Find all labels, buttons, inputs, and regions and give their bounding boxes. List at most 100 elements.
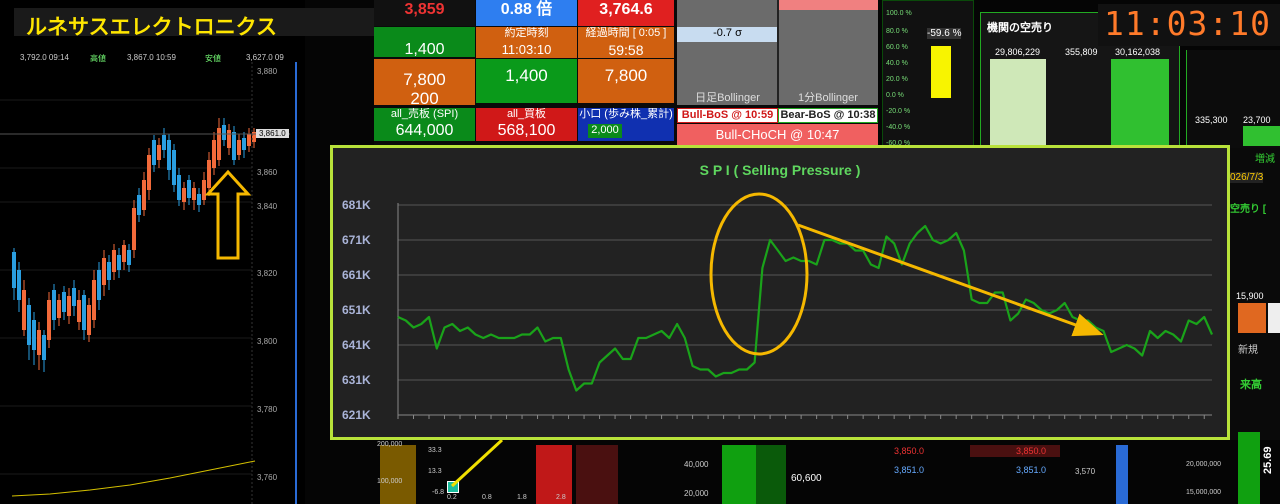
candle-body xyxy=(77,300,81,322)
short-bar-left xyxy=(990,59,1046,149)
candle-body xyxy=(117,255,121,270)
trade-time-label: 約定時刻 xyxy=(476,27,577,41)
price-axis-2: 3,840 xyxy=(257,202,278,211)
price-axis-6: 3,760 xyxy=(257,473,278,482)
candle-body xyxy=(147,155,151,190)
trading-dashboard: ルネサスエレクトロニクス 3,792.0 09:14 高値 3,867.0 10… xyxy=(0,0,1280,504)
candle-body xyxy=(157,145,161,160)
bottom-edge-value: 25.69 xyxy=(1262,446,1274,474)
candle-body xyxy=(67,296,71,316)
candle-body xyxy=(152,140,156,165)
gauge-value: -59.6 % xyxy=(927,28,962,39)
spi-axis xyxy=(397,203,1212,416)
vol-right-cell: 7,800 xyxy=(578,59,674,103)
moving-average-line xyxy=(11,460,256,497)
gauge-tick-0: 100.0 % xyxy=(886,10,912,17)
bull-bos-label: Bull-BoS @ 10:59 xyxy=(677,108,778,123)
candle-body xyxy=(62,292,66,312)
spi-y-tick-label: 651K xyxy=(342,303,371,317)
trade-time-value: 11:03:10 xyxy=(476,40,577,58)
candle-body xyxy=(167,140,171,170)
price-axis-4: 3,800 xyxy=(257,337,278,346)
spi-y-tick-label: 681K xyxy=(342,198,371,212)
ratio-cell: 0.88 倍 xyxy=(476,0,577,26)
bottom-axis2-1: 20,000 xyxy=(684,489,709,498)
candle-body xyxy=(192,188,196,200)
candle-body xyxy=(122,245,126,262)
candle-body xyxy=(107,262,111,280)
small-lot-label: 小口 (歩み株_累計) xyxy=(578,108,674,122)
right-label-dekidaka: 来高 xyxy=(1240,379,1262,391)
short-sell-v1: 355,809 xyxy=(1065,47,1098,57)
spi-y-tick-label: 661K xyxy=(342,268,371,282)
gauge-tick-5: 0.0 % xyxy=(886,92,904,99)
ask-qty-cell: 1,400 xyxy=(404,41,445,58)
short-sell-title: 機関の空売り xyxy=(987,22,1053,34)
bottom-bar-dark-red xyxy=(576,445,618,504)
elapsed-label: 経過時間 [ 0:05 ] xyxy=(578,27,674,41)
candle-body xyxy=(57,300,61,318)
bottom-axis2-0: 40,000 xyxy=(684,460,709,469)
price-axis-0: 3,880 xyxy=(257,67,278,76)
bear-bos-label: Bear-BoS @ 10:38 xyxy=(778,108,878,123)
price-axis-3: 3,820 xyxy=(257,269,278,278)
candle-body xyxy=(17,270,21,300)
right-white-bar xyxy=(1268,303,1280,333)
clock: 11:03:10 xyxy=(1104,4,1271,43)
minute-bollinger-label: 1分Bollinger xyxy=(798,92,858,104)
candle-body xyxy=(92,280,96,320)
candle-body xyxy=(162,135,166,150)
candle-body xyxy=(172,150,176,185)
spi-y-tick-label: 671K xyxy=(342,233,371,247)
price-axis-1: 3,860 xyxy=(257,168,278,177)
buy-board-qty: 568,100 xyxy=(476,121,577,141)
bottom-price-0: 3,850.0 xyxy=(894,446,925,456)
daily-bollinger-label: 日足Bollinger xyxy=(695,92,760,104)
candle-body xyxy=(127,250,131,265)
row3-cell: 200 xyxy=(410,89,439,107)
candlestick-panel: ルネサスエレクトロニクス 3,792.0 09:14 高値 3,867.0 10… xyxy=(0,0,404,504)
candle-body xyxy=(32,320,36,350)
bid-price-cell: 3,859 xyxy=(374,0,475,26)
candle-body xyxy=(212,140,216,168)
gauge-tick-6: -20.0 % xyxy=(886,108,911,115)
bottom-axis1-0: 200,000 xyxy=(377,441,403,448)
bottom-bar-green-2 xyxy=(756,445,786,504)
price-axis-5: 3,780 xyxy=(257,405,278,414)
bottom-price-1: 3,851.0 xyxy=(894,465,925,475)
right-label-shinki: 新規 xyxy=(1238,345,1258,356)
bottom-value: 60,600 xyxy=(791,473,822,484)
right-label-karauri: 空売り [ xyxy=(1230,204,1267,215)
gauge-tick-1: 80.0 % xyxy=(886,28,908,35)
vwap-cell: 3,764.6 xyxy=(578,0,674,26)
candle-body xyxy=(177,175,181,200)
short-bar-right xyxy=(1111,59,1169,149)
candle-body xyxy=(37,330,41,355)
bottom-axis3: 3,570 xyxy=(1075,467,1096,476)
quote-grid: 3,859 0.88 倍 3,764.6 1,400 約定時刻 11:03:10… xyxy=(374,0,878,148)
candle-body xyxy=(242,138,246,150)
bottom-bar-red xyxy=(536,445,572,504)
spi-chart: 681K 671K 661K 651K 641K 631K 621K xyxy=(342,192,1214,422)
candle-body xyxy=(202,180,206,200)
gauge-tick-7: -40.0 % xyxy=(886,124,911,131)
current-price-tag: 3,861.0 xyxy=(256,129,289,138)
bottom-price-2: 3,850.0 xyxy=(1016,446,1047,456)
bottom-axis4-1: 15,000,000 xyxy=(1186,489,1222,496)
right-label-15900: 15,900 xyxy=(1236,291,1264,301)
candle-body xyxy=(217,128,221,160)
candle-body xyxy=(197,194,201,205)
bottom-bar-yellow xyxy=(380,445,416,504)
candle-body xyxy=(137,195,141,215)
candle-body xyxy=(22,290,26,330)
bottom-axis4-0: 20,000,000 xyxy=(1186,461,1222,468)
candle-body xyxy=(232,132,236,160)
candle-body xyxy=(42,335,46,360)
candle-body xyxy=(102,258,106,285)
spi-y-tick-label: 621K xyxy=(342,408,371,422)
right-edge-bar xyxy=(1243,126,1280,146)
gauge-tick-2: 60.0 % xyxy=(886,44,908,51)
candle-body xyxy=(187,180,191,198)
company-name: ルネサスエレクトロニクス xyxy=(26,16,277,39)
bottom-bar-green-3 xyxy=(1238,432,1260,504)
